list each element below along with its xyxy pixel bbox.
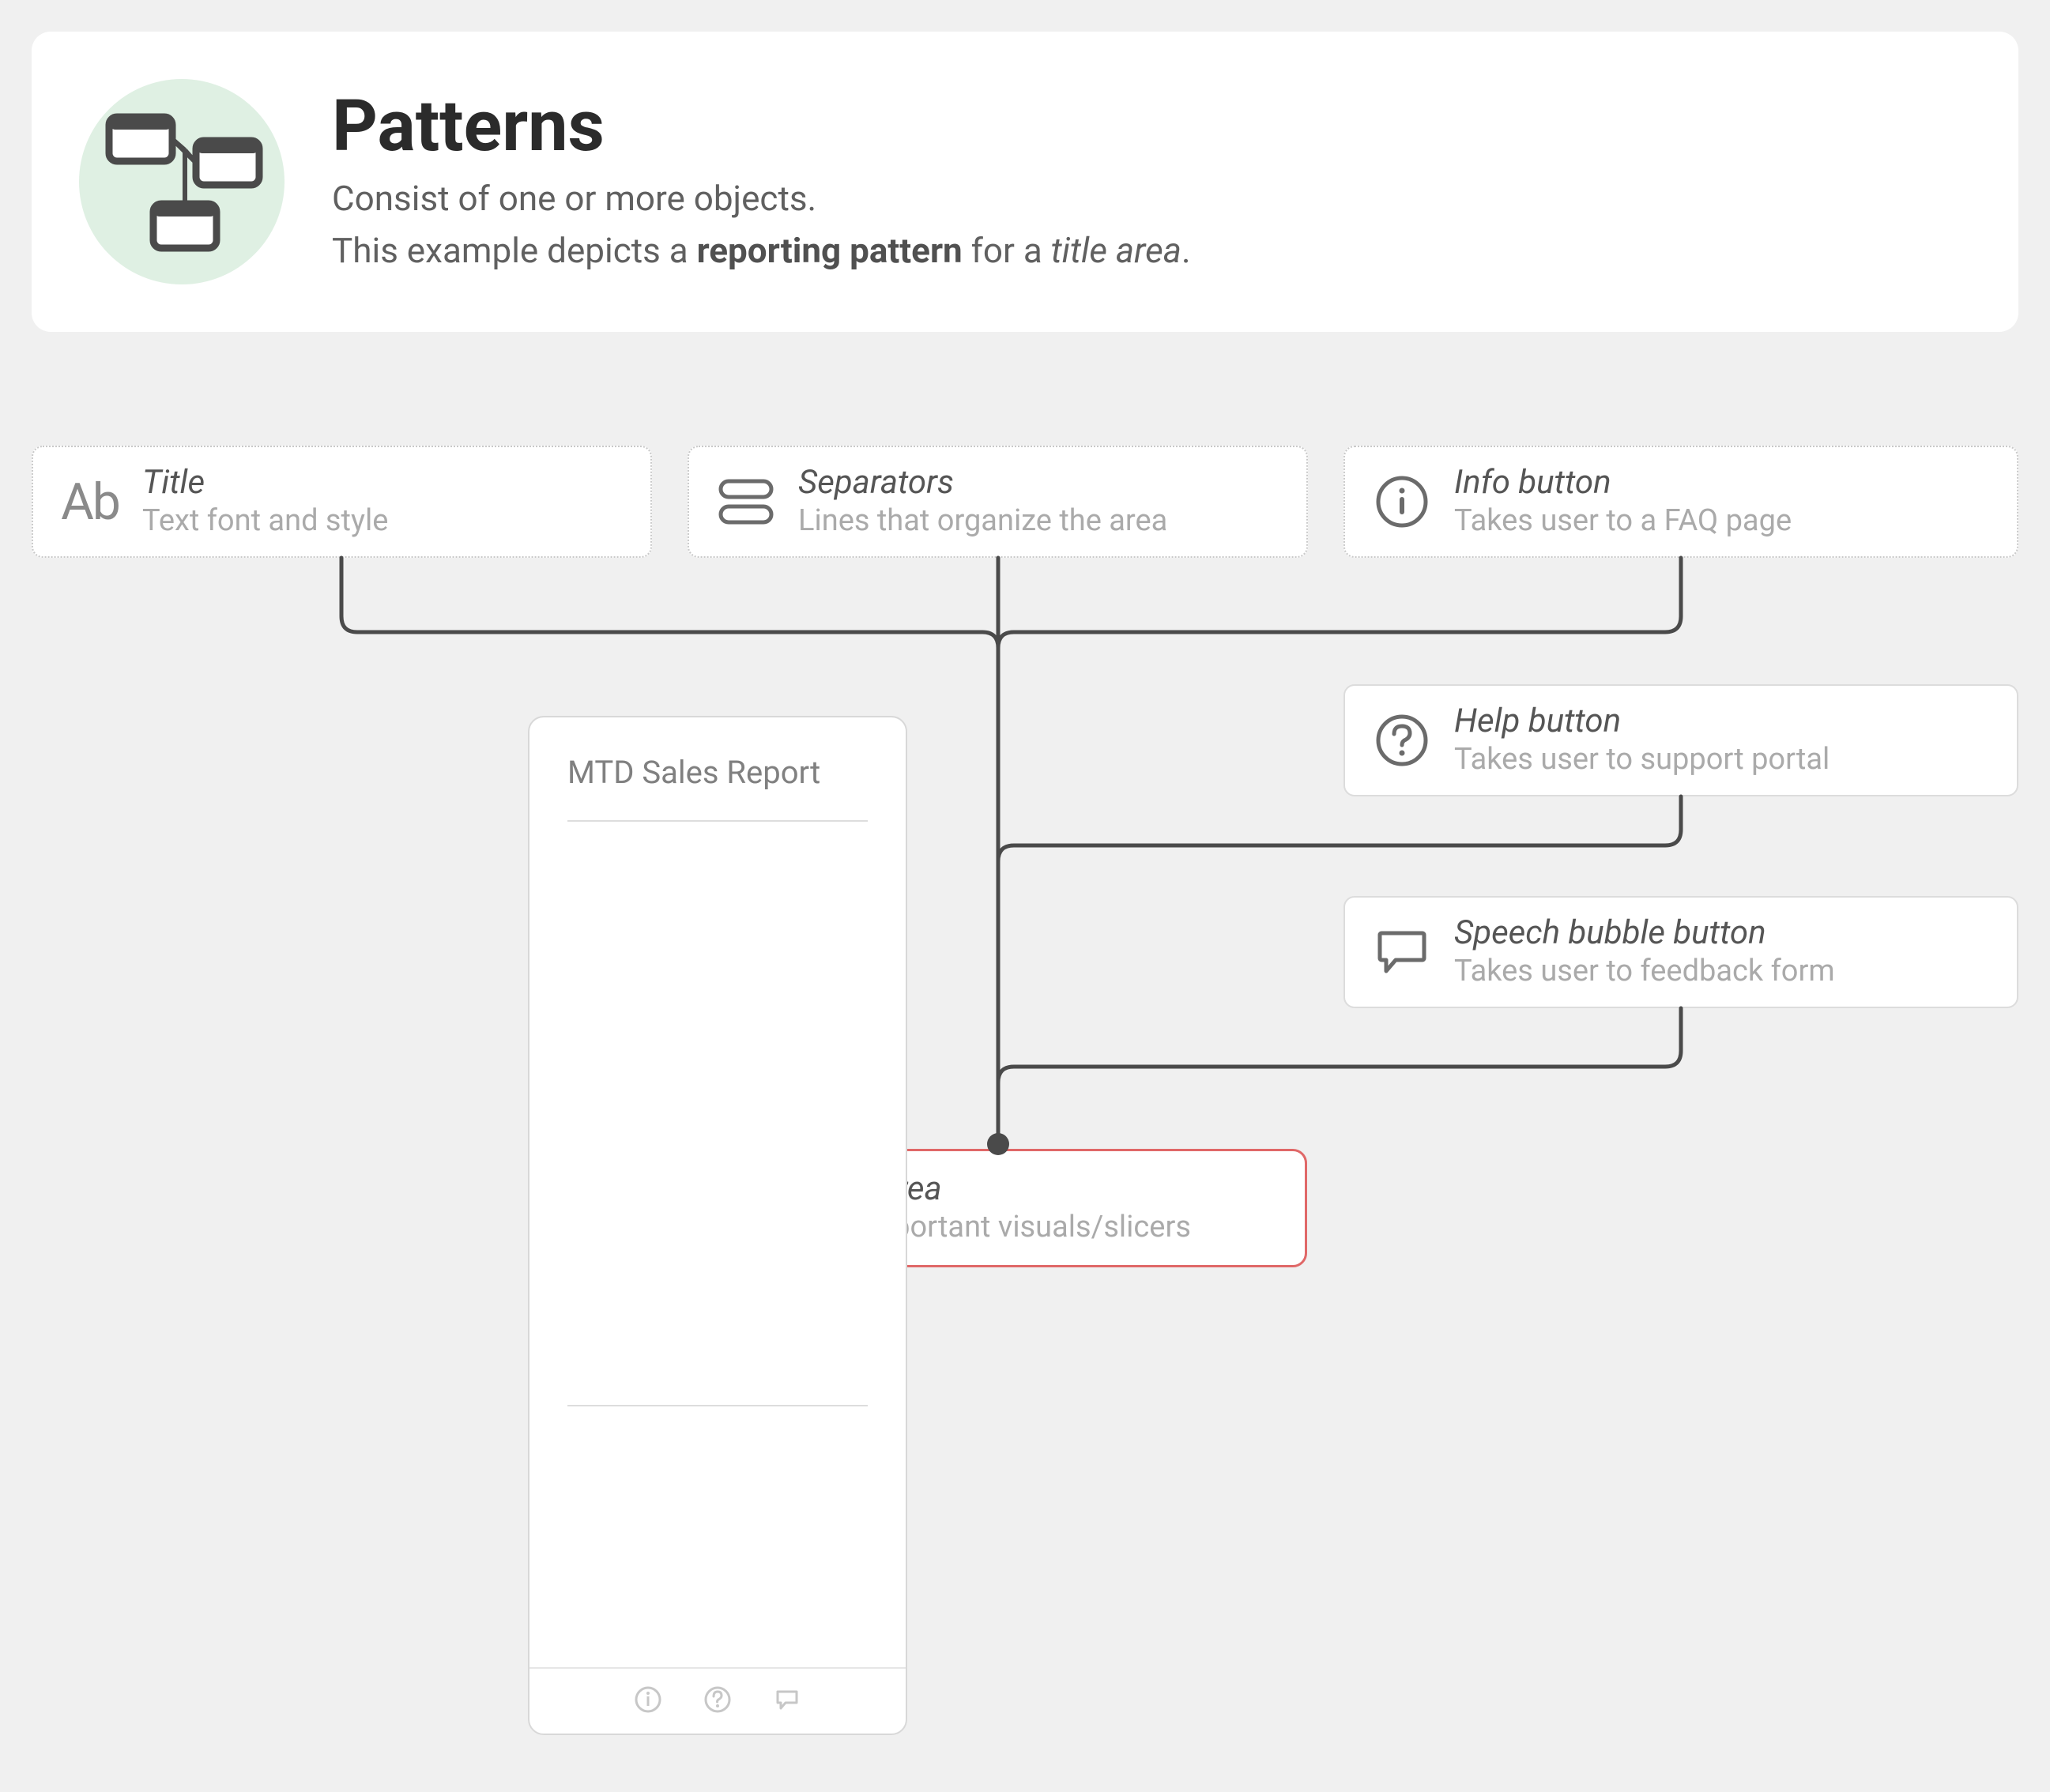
- header-sub2-post: .: [1181, 230, 1191, 271]
- object-card-info: Info button Takes user to a FAQ page: [1343, 446, 2018, 558]
- footer-help-icon: [702, 1684, 733, 1719]
- footer-info-icon: [632, 1684, 664, 1719]
- object-card-title: Ab Title Text font and style: [32, 446, 652, 558]
- header-sub2-mid: for a: [963, 230, 1051, 271]
- object-card-speech: Speech bubble button Takes user to feedb…: [1343, 896, 2018, 1008]
- report-separator-bottom: [567, 1405, 868, 1406]
- speech-bubble-icon: [1370, 920, 1434, 984]
- header-sub2-pre: This example depicts a: [332, 230, 697, 271]
- object-info-desc: Takes user to a FAQ page: [1454, 504, 1792, 539]
- text-icon-glyph: Ab: [61, 472, 119, 532]
- report-separator-top: [567, 820, 868, 822]
- object-card-separators: Separators Lines that organize the area: [688, 446, 1308, 558]
- footer-speech-icon: [771, 1684, 803, 1719]
- object-speech-desc: Takes user to feedback form: [1454, 954, 1835, 989]
- object-help-desc: Takes user to support portal: [1454, 743, 1830, 777]
- info-icon: [1370, 470, 1434, 533]
- header-card: Patterns Consist of one or more objects.…: [32, 32, 2018, 332]
- header-title: Patterns: [332, 85, 1191, 168]
- text-icon: Ab: [58, 470, 122, 533]
- header-sub2-bold: reporting pattern: [697, 230, 963, 271]
- object-separators-desc: Lines that organize the area: [798, 504, 1167, 539]
- object-title-label: Title: [142, 465, 388, 501]
- help-icon: [1370, 709, 1434, 772]
- object-separators-label: Separators: [798, 465, 1167, 501]
- object-card-help: Help button Takes user to support portal: [1343, 684, 2018, 796]
- header-sub2-italic: title area: [1051, 230, 1181, 271]
- object-info-label: Info button: [1454, 465, 1792, 501]
- report-mockup: MTD Sales Report: [528, 716, 907, 1735]
- separators-icon: [714, 470, 778, 533]
- header-subtitle-1: Consist of one or more objects.: [332, 175, 1191, 222]
- report-footer: [529, 1667, 906, 1734]
- object-help-label: Help button: [1454, 703, 1830, 740]
- report-title: MTD Sales Report: [567, 754, 820, 791]
- patterns-hero-icon: [79, 79, 285, 284]
- object-speech-label: Speech bubble button: [1454, 915, 1835, 951]
- object-title-desc: Text font and style: [142, 504, 388, 539]
- header-subtitle-2: This example depicts a reporting pattern…: [332, 228, 1191, 274]
